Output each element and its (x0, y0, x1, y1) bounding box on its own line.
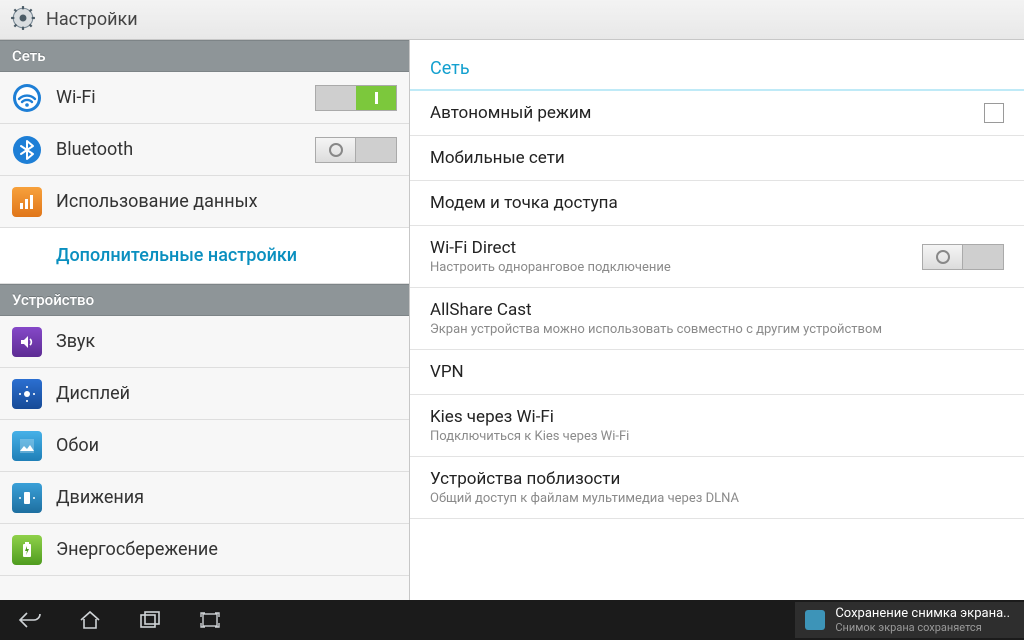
settings-gear-icon (10, 5, 36, 35)
row-primary: Устройства поблизости (430, 469, 1004, 489)
sidebar-item-label: Wi-Fi (56, 87, 301, 108)
nav-back-button[interactable] (0, 600, 60, 640)
toast-subtitle: Снимок экрана сохраняется (835, 621, 1010, 634)
row-tethering[interactable]: Модем и точка доступа (410, 181, 1024, 226)
row-vpn[interactable]: VPN (410, 350, 1024, 395)
sidebar-item-data-usage[interactable]: Использование данных (0, 176, 409, 228)
wifi-icon (12, 83, 42, 113)
sidebar-item-power-saving[interactable]: Энергосбережение (0, 524, 409, 576)
bluetooth-icon (12, 135, 42, 165)
display-icon (12, 379, 42, 409)
bluetooth-toggle[interactable] (315, 137, 397, 163)
nav-screenshot-button[interactable] (180, 600, 240, 640)
sidebar-item-label: Дисплей (56, 383, 397, 404)
row-primary: VPN (430, 362, 1004, 382)
nav-home-button[interactable] (60, 600, 120, 640)
sidebar-item-label: Обои (56, 435, 397, 456)
row-secondary: Экран устройства можно использовать совм… (430, 322, 1004, 337)
sidebar-item-label: Энергосбережение (56, 539, 397, 560)
row-wifi-direct[interactable]: Wi-Fi Direct Настроить одноранговое подк… (410, 226, 1024, 288)
sidebar-item-sound[interactable]: Звук (0, 316, 409, 368)
airplane-checkbox[interactable] (984, 103, 1004, 123)
sidebar-item-bluetooth[interactable]: Bluetooth (0, 124, 409, 176)
sidebar-item-motion[interactable]: Движения (0, 472, 409, 524)
wifi-direct-toggle[interactable] (922, 244, 1004, 270)
sidebar-item-label: Звук (56, 331, 397, 352)
wallpaper-icon (12, 431, 42, 461)
screenshot-toast[interactable]: Сохранение снимка экрана.. Снимок экрана… (795, 602, 1024, 638)
row-nearby-devices[interactable]: Устройства поблизости Общий доступ к фай… (410, 457, 1024, 519)
sidebar-item-label: Движения (56, 487, 397, 508)
settings-sidebar: Сеть Wi-Fi Bluetooth (0, 40, 410, 600)
row-primary: Kies через Wi-Fi (430, 407, 1004, 427)
row-airplane-mode[interactable]: Автономный режим (410, 91, 1024, 136)
sidebar-item-wallpaper[interactable]: Обои (0, 420, 409, 472)
row-kies-wifi[interactable]: Kies через Wi-Fi Подключиться к Kies чер… (410, 395, 1024, 457)
sidebar-item-display[interactable]: Дисплей (0, 368, 409, 420)
motion-icon (12, 483, 42, 513)
row-primary: AllShare Cast (430, 300, 1004, 320)
page-title: Настройки (46, 9, 138, 30)
sidebar-item-wifi[interactable]: Wi-Fi (0, 72, 409, 124)
wifi-toggle[interactable] (315, 85, 397, 111)
sidebar-section-device: Устройство (0, 284, 409, 316)
sidebar-item-more-settings[interactable]: Дополнительные настройки (0, 228, 409, 284)
action-bar: Настройки (0, 0, 1024, 40)
battery-icon (12, 535, 42, 565)
row-secondary: Настроить одноранговое подключение (430, 260, 908, 275)
row-primary: Автономный режим (430, 103, 970, 123)
row-secondary: Подключиться к Kies через Wi-Fi (430, 429, 1004, 444)
row-allshare-cast[interactable]: AllShare Cast Экран устройства можно исп… (410, 288, 1024, 350)
detail-header: Сеть (410, 40, 1024, 91)
sidebar-item-label: Дополнительные настройки (56, 245, 397, 266)
toast-title: Сохранение снимка экрана.. (835, 606, 1010, 621)
row-primary: Модем и точка доступа (430, 193, 1004, 213)
settings-detail-pane: Сеть Автономный режим Мобильные сети Мод… (410, 40, 1024, 600)
sidebar-item-label: Bluetooth (56, 139, 301, 160)
sidebar-section-network: Сеть (0, 40, 409, 72)
sound-icon (12, 327, 42, 357)
row-primary: Мобильные сети (430, 148, 1004, 168)
datausage-icon (12, 187, 42, 217)
row-mobile-networks[interactable]: Мобильные сети (410, 136, 1024, 181)
system-nav-bar: Сохранение снимка экрана.. Снимок экрана… (0, 600, 1024, 640)
sidebar-item-label: Использование данных (56, 191, 397, 212)
row-secondary: Общий доступ к файлам мультимедиа через … (430, 491, 1004, 506)
nav-recent-button[interactable] (120, 600, 180, 640)
row-primary: Wi-Fi Direct (430, 238, 908, 258)
